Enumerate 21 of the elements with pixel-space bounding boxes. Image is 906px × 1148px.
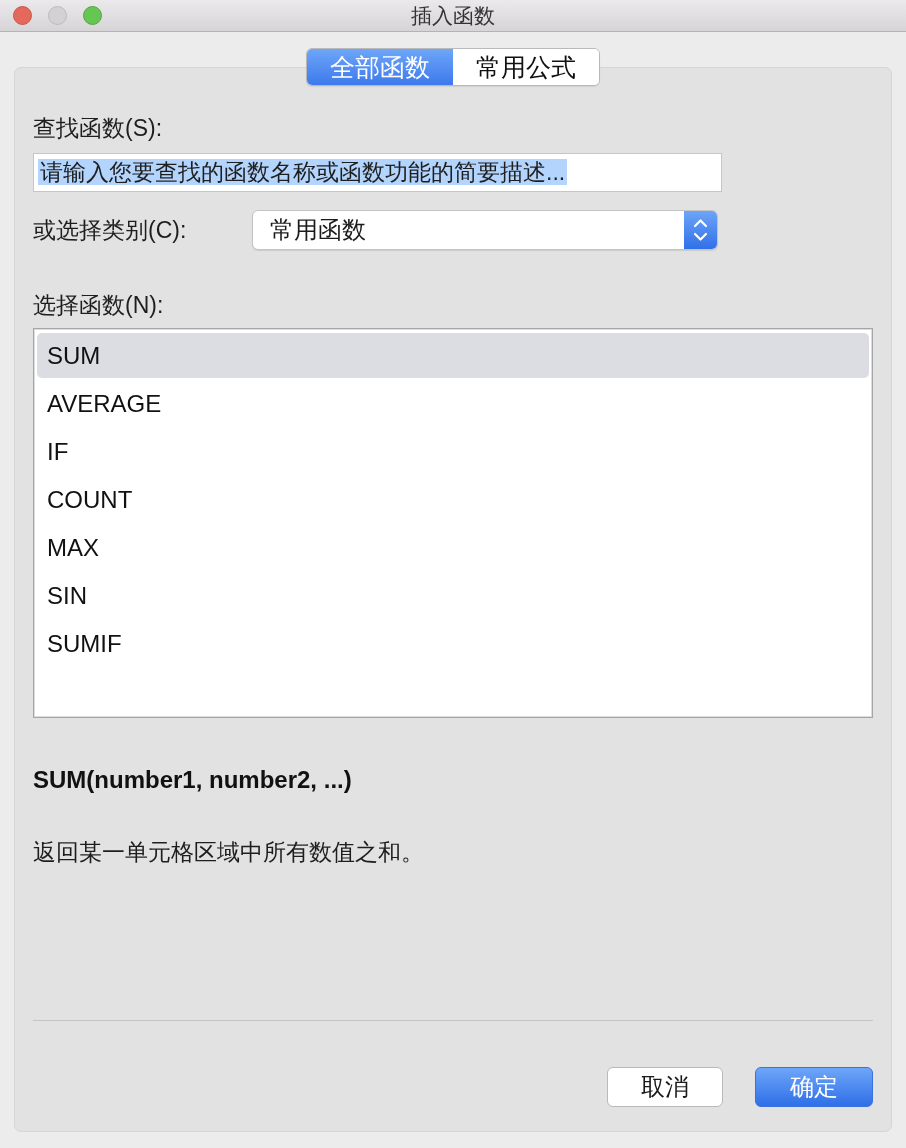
zoom-icon[interactable] xyxy=(83,6,102,25)
window-title: 插入函数 xyxy=(411,2,495,29)
list-item[interactable]: MAX xyxy=(37,525,869,570)
cancel-button[interactable]: 取消 xyxy=(607,1067,723,1107)
category-dropdown[interactable]: 常用函数 xyxy=(252,210,718,250)
list-item[interactable]: SUMIF xyxy=(37,621,869,666)
minimize-icon[interactable] xyxy=(48,6,67,25)
list-item[interactable]: IF xyxy=(37,429,869,474)
search-label: 查找函数(S): xyxy=(33,114,163,143)
search-field[interactable]: 请输入您要查找的函数名称或函数功能的简要描述... xyxy=(33,153,722,192)
close-icon[interactable] xyxy=(13,6,32,25)
list-item[interactable]: SUM xyxy=(37,333,869,378)
list-item[interactable]: COUNT xyxy=(37,477,869,522)
tab[interactable]: 常用公式 xyxy=(453,49,599,85)
chevron-up-down-icon xyxy=(684,211,717,249)
function-signature: SUM(number1, number2, ...) xyxy=(33,765,352,795)
function-description: 返回某一单元格区域中所有数值之和。 xyxy=(33,838,424,867)
category-label: 或选择类别(C): xyxy=(33,216,188,245)
function-list-label: 选择函数(N): xyxy=(33,291,164,320)
list-item[interactable]: SIN xyxy=(37,573,869,618)
list-item[interactable]: AVERAGE xyxy=(37,381,869,426)
